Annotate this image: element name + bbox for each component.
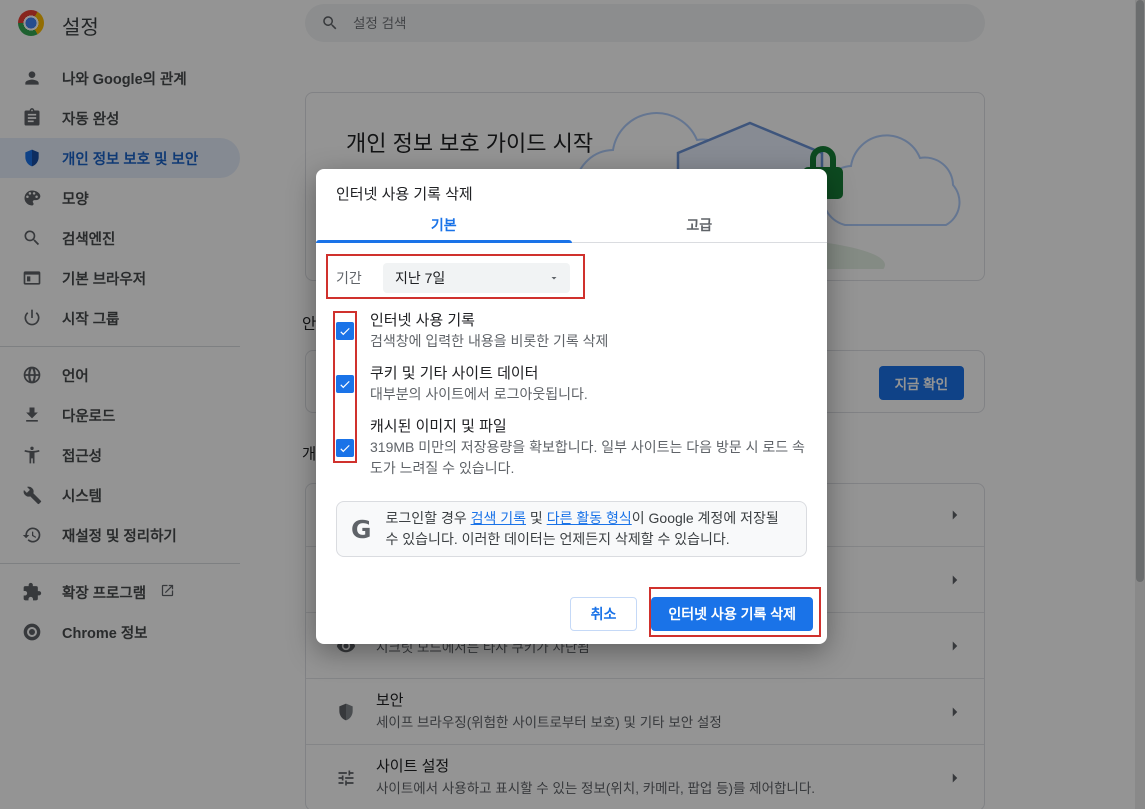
dialog-tabs: 기본 고급 xyxy=(316,211,827,243)
cookies-checkbox[interactable] xyxy=(336,375,354,393)
clear-data-button[interactable]: 인터넷 사용 기록 삭제 xyxy=(651,597,813,631)
time-range-label: 기간 xyxy=(336,268,383,288)
tab-advanced[interactable]: 고급 xyxy=(572,211,828,242)
checkbox-list: 인터넷 사용 기록 검색창에 입력한 내용을 비롯한 기록 삭제 쿠키 및 기타… xyxy=(336,310,807,479)
checkmark-icon xyxy=(338,324,352,338)
dropdown-arrow-icon xyxy=(548,272,560,284)
cancel-button[interactable]: 취소 xyxy=(570,597,638,631)
tab-basic[interactable]: 기본 xyxy=(316,211,572,242)
google-account-notice: G 로그인할 경우 검색 기록 및 다른 활동 형식이 Google 계정에 저… xyxy=(336,501,807,557)
search-history-link[interactable]: 검색 기록 xyxy=(471,510,526,526)
checkbox-row-browsing-history: 인터넷 사용 기록 검색창에 입력한 내용을 비롯한 기록 삭제 xyxy=(336,310,807,352)
clear-browsing-data-dialog: 인터넷 사용 기록 삭제 기본 고급 기간 지난 7일 인터넷 사용 기록 검색… xyxy=(316,169,827,644)
time-range-row: 기간 지난 7일 xyxy=(336,256,807,299)
checkbox-title: 캐시된 이미지 및 파일 xyxy=(370,416,807,437)
checkbox-row-cookies: 쿠키 및 기타 사이트 데이터 대부분의 사이트에서 로그아웃됩니다. xyxy=(336,363,807,405)
checkbox-title: 인터넷 사용 기록 xyxy=(370,310,608,331)
chrome-settings-window: 설정 나와 Google의 관계 자동 완성 개인 정보 보호 및 보안 모양 … xyxy=(0,0,1145,809)
cached-files-checkbox[interactable] xyxy=(336,439,354,457)
checkmark-icon xyxy=(338,441,352,455)
checkbox-title: 쿠키 및 기타 사이트 데이터 xyxy=(370,363,588,384)
checkbox-row-cached-files: 캐시된 이미지 및 파일 319MB 미만의 저장용량을 확보합니다. 일부 사… xyxy=(336,416,807,479)
notice-text: 로그인할 경우 검색 기록 및 다른 활동 형식이 Google 계정에 저장될… xyxy=(386,508,792,550)
time-range-value: 지난 7일 xyxy=(395,268,445,288)
checkbox-subtitle: 검색창에 입력한 내용을 비롯한 기록 삭제 xyxy=(370,331,608,352)
browsing-history-checkbox[interactable] xyxy=(336,322,354,340)
active-tab-underline xyxy=(316,240,572,243)
google-g-icon: G xyxy=(351,515,372,544)
dialog-actions: 취소 인터넷 사용 기록 삭제 xyxy=(316,597,813,631)
checkmark-icon xyxy=(338,377,352,391)
dialog-title: 인터넷 사용 기록 삭제 xyxy=(316,169,827,211)
checkbox-subtitle: 대부분의 사이트에서 로그아웃됩니다. xyxy=(370,384,588,405)
time-range-dropdown[interactable]: 지난 7일 xyxy=(383,263,570,293)
checkbox-subtitle: 319MB 미만의 저장용량을 확보합니다. 일부 사이트는 다음 방문 시 로… xyxy=(370,437,807,479)
other-activity-link[interactable]: 다른 활동 형식 xyxy=(547,510,632,526)
